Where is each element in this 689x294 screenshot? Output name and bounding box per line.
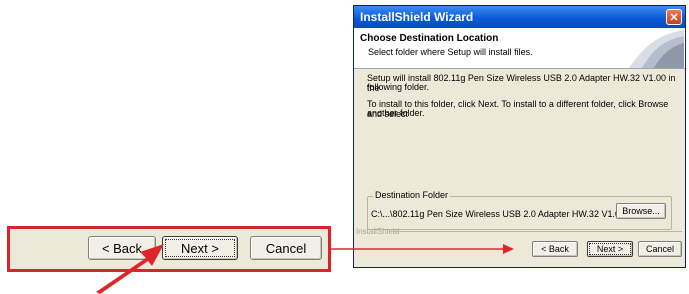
annotation-arrows — [96, 244, 514, 294]
pointer-arrow-icon — [96, 244, 164, 294]
connector-arrow-icon — [331, 244, 514, 254]
